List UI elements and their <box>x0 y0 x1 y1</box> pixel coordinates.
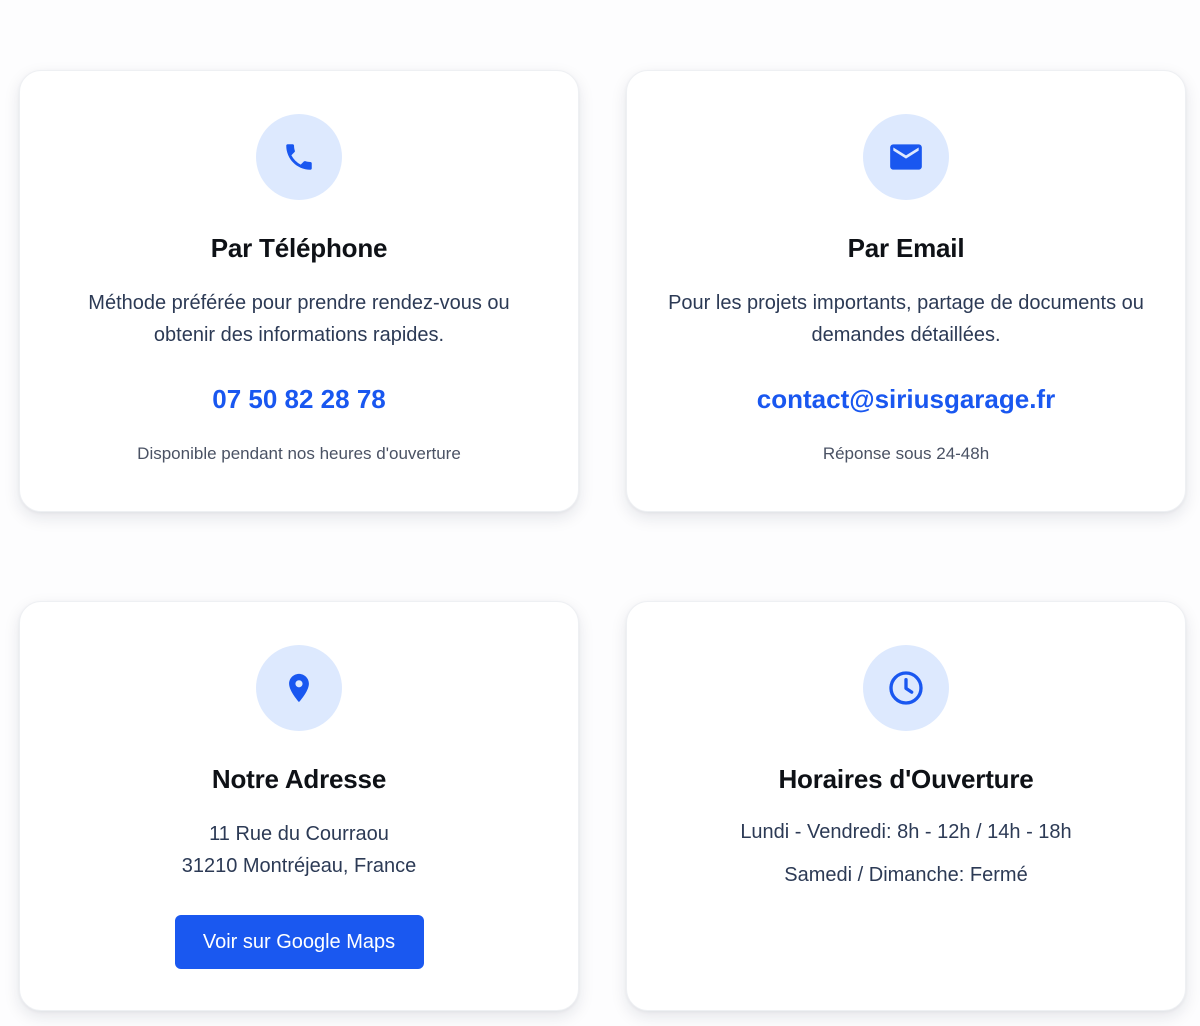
phone-contact-card: Par Téléphone Méthode préférée pour pren… <box>19 70 579 512</box>
phone-card-description: Méthode préférée pour prendre rendez-vou… <box>88 292 510 346</box>
phone-icon <box>256 114 342 200</box>
email-card-title: Par Email <box>847 233 965 263</box>
weekend-hours: Samedi / Dimanche: Fermé <box>784 864 1028 886</box>
email-response-note: Réponse sous 24-48h <box>822 444 990 463</box>
address-city: 31210 Montréjeau, France <box>181 855 417 877</box>
google-maps-button[interactable]: Voir sur Google Maps <box>174 915 424 969</box>
clock-icon <box>863 645 949 731</box>
address-card-title: Notre Adresse <box>211 764 387 794</box>
opening-hours-card: Horaires d'Ouverture Lundi - Vendredi: 8… <box>626 601 1186 1011</box>
mail-icon <box>863 114 949 200</box>
phone-number-link[interactable]: 07 50 82 28 78 <box>20 384 578 415</box>
address-text: 11 Rue du Courraou 31210 Montréjeau, Fra… <box>60 818 538 882</box>
phone-card-title: Par Téléphone <box>210 233 388 263</box>
phone-availability-note: Disponible pendant nos heures d'ouvertur… <box>137 444 461 463</box>
address-card: Notre Adresse 11 Rue du Courraou 31210 M… <box>19 601 579 1011</box>
email-card-description: Pour les projets importants, partage de … <box>668 292 1144 346</box>
email-address-link[interactable]: contact@siriusgarage.fr <box>627 384 1185 415</box>
address-street: 11 Rue du Courraou <box>209 823 389 845</box>
map-pin-icon <box>256 645 342 731</box>
email-contact-card: Par Email Pour les projets importants, p… <box>626 70 1186 512</box>
weekday-hours: Lundi - Vendredi: 8h - 12h / 14h - 18h <box>740 821 1072 843</box>
hours-card-title: Horaires d'Ouverture <box>778 764 1034 794</box>
